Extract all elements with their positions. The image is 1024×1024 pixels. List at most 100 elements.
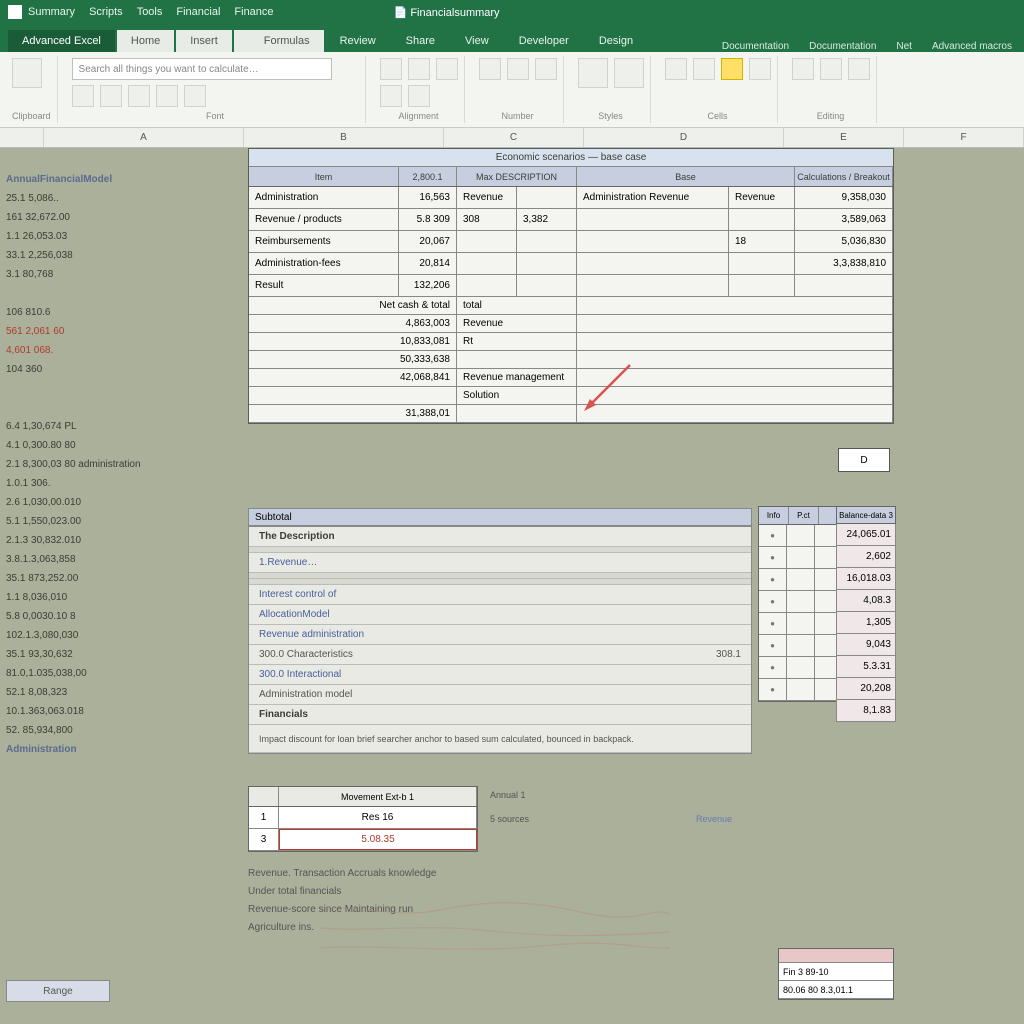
cell[interactable]: [577, 209, 729, 230]
cell[interactable]: 20,067: [399, 231, 457, 252]
row-label[interactable]: [6, 398, 236, 417]
tab-review[interactable]: Review: [326, 30, 390, 52]
cell[interactable]: 4,863,003: [249, 315, 457, 332]
cell[interactable]: Revenue management: [457, 369, 577, 386]
row-label[interactable]: 35.1 873,252.00: [6, 569, 236, 588]
cell[interactable]: [795, 275, 893, 296]
insert-button[interactable]: [665, 58, 687, 80]
cell[interactable]: [787, 635, 815, 656]
row-label[interactable]: 35.1 93,30,632: [6, 645, 236, 664]
col-header[interactable]: [249, 787, 279, 806]
row-label[interactable]: 4.1 0,300.80 80: [6, 436, 236, 455]
cell[interactable]: 5.8 309: [399, 209, 457, 230]
col-header[interactable]: Info: [759, 507, 789, 524]
col-header[interactable]: D: [584, 128, 784, 147]
row-label[interactable]: 2.6 1,030,00.010: [6, 493, 236, 512]
align-left-button[interactable]: [380, 58, 402, 80]
menu-item[interactable]: Finance: [234, 6, 273, 18]
col-header[interactable]: Max DESCRIPTION: [457, 167, 577, 186]
menu-item[interactable]: Tools: [137, 6, 163, 18]
row-label[interactable]: 81.0,1.035,038,00: [6, 664, 236, 683]
cell[interactable]: Revenue / products: [249, 209, 399, 230]
link[interactable]: Net: [896, 41, 912, 52]
table-format-button[interactable]: [614, 58, 644, 88]
align-center-button[interactable]: [408, 58, 430, 80]
cell-highlighted[interactable]: 5.08.35: [279, 829, 477, 850]
cell[interactable]: [787, 547, 815, 568]
cell[interactable]: [729, 275, 795, 296]
cell[interactable]: Administration: [249, 187, 399, 208]
cell[interactable]: Result: [249, 275, 399, 296]
cell[interactable]: 10,833,081: [249, 333, 457, 350]
row-label[interactable]: 2.1 8,300,03 80 administration: [6, 455, 236, 474]
cell[interactable]: 5,036,830: [795, 231, 893, 252]
cell[interactable]: 2,602: [836, 546, 896, 568]
cell[interactable]: Revenue: [457, 187, 517, 208]
row-label[interactable]: 5.1 1,550,023.00: [6, 512, 236, 531]
cell[interactable]: 9,358,030: [795, 187, 893, 208]
cell[interactable]: [787, 525, 815, 546]
row-label[interactable]: [6, 379, 236, 398]
cell[interactable]: [249, 387, 457, 404]
row-label[interactable]: AnnualFinancialModel: [6, 170, 236, 189]
cell[interactable]: 308: [457, 209, 517, 230]
row-label[interactable]: 25.1 5,086..: [6, 189, 236, 208]
link[interactable]: 300.0 Interactional: [249, 665, 751, 685]
cell[interactable]: 24,065.01: [836, 524, 896, 546]
cell[interactable]: 9,043: [836, 634, 896, 656]
cell[interactable]: [577, 231, 729, 252]
row-label[interactable]: 52.1 8,08,323: [6, 683, 236, 702]
percent-button[interactable]: [507, 58, 529, 80]
cell[interactable]: Solution: [457, 387, 577, 404]
cell[interactable]: 3,382: [517, 209, 577, 230]
bold-button[interactable]: [72, 85, 94, 107]
row-label[interactable]: 106 810.6: [6, 303, 236, 322]
tab-formulas[interactable]: Formulas: [234, 30, 324, 52]
cell[interactable]: [457, 275, 517, 296]
row-label[interactable]: 3.8.1.3,063,858: [6, 550, 236, 569]
tab-share[interactable]: Share: [392, 30, 449, 52]
menu-item[interactable]: Summary: [28, 6, 75, 18]
row-label[interactable]: 561 2,061 60: [6, 322, 236, 341]
link[interactable]: Revenue: [696, 814, 732, 824]
menu-item[interactable]: Scripts: [89, 6, 123, 18]
comma-button[interactable]: [535, 58, 557, 80]
link[interactable]: Documentation: [722, 41, 789, 52]
floating-cell[interactable]: D: [838, 448, 890, 472]
cell[interactable]: 18: [729, 231, 795, 252]
cell[interactable]: Administration Revenue: [577, 187, 729, 208]
highlight-button[interactable]: [721, 58, 743, 80]
cell[interactable]: [517, 253, 577, 274]
fill-button[interactable]: [184, 85, 206, 107]
col-header[interactable]: Movement Ext-b 1: [279, 787, 477, 806]
tab-view[interactable]: View: [451, 30, 503, 52]
col-header[interactable]: P.ct: [789, 507, 819, 524]
sheet-tab[interactable]: Range: [6, 980, 110, 1002]
cell[interactable]: 31,388,01: [249, 405, 457, 422]
col-header[interactable]: 2,800.1: [399, 167, 457, 186]
cell[interactable]: 8,1.83: [836, 700, 896, 722]
cell[interactable]: 1,305: [836, 612, 896, 634]
cell[interactable]: 50,333,638: [249, 351, 457, 368]
col-header[interactable]: Item: [249, 167, 399, 186]
wrap-button[interactable]: [380, 85, 402, 107]
cell[interactable]: [729, 253, 795, 274]
cell[interactable]: total: [457, 297, 577, 314]
col-header[interactable]: Calculations / Breakout: [795, 167, 893, 186]
cell[interactable]: [787, 591, 815, 612]
tab-advanced[interactable]: Advanced Excel: [8, 30, 115, 52]
tab-home[interactable]: Home: [117, 30, 174, 52]
cell[interactable]: [577, 253, 729, 274]
cell[interactable]: [517, 275, 577, 296]
cell[interactable]: [577, 275, 729, 296]
row-label[interactable]: 104 360: [6, 360, 236, 379]
link[interactable]: Revenue administration: [249, 625, 751, 645]
col-header[interactable]: Base: [577, 167, 795, 186]
cell[interactable]: 3: [249, 829, 279, 850]
tab-developer[interactable]: Developer: [505, 30, 583, 52]
row-label[interactable]: 6.4 1,30,674 PL: [6, 417, 236, 436]
cell[interactable]: [729, 209, 795, 230]
cell[interactable]: 80.06 80 8.3,01.1: [779, 981, 893, 999]
cell[interactable]: [457, 253, 517, 274]
cell[interactable]: [517, 231, 577, 252]
